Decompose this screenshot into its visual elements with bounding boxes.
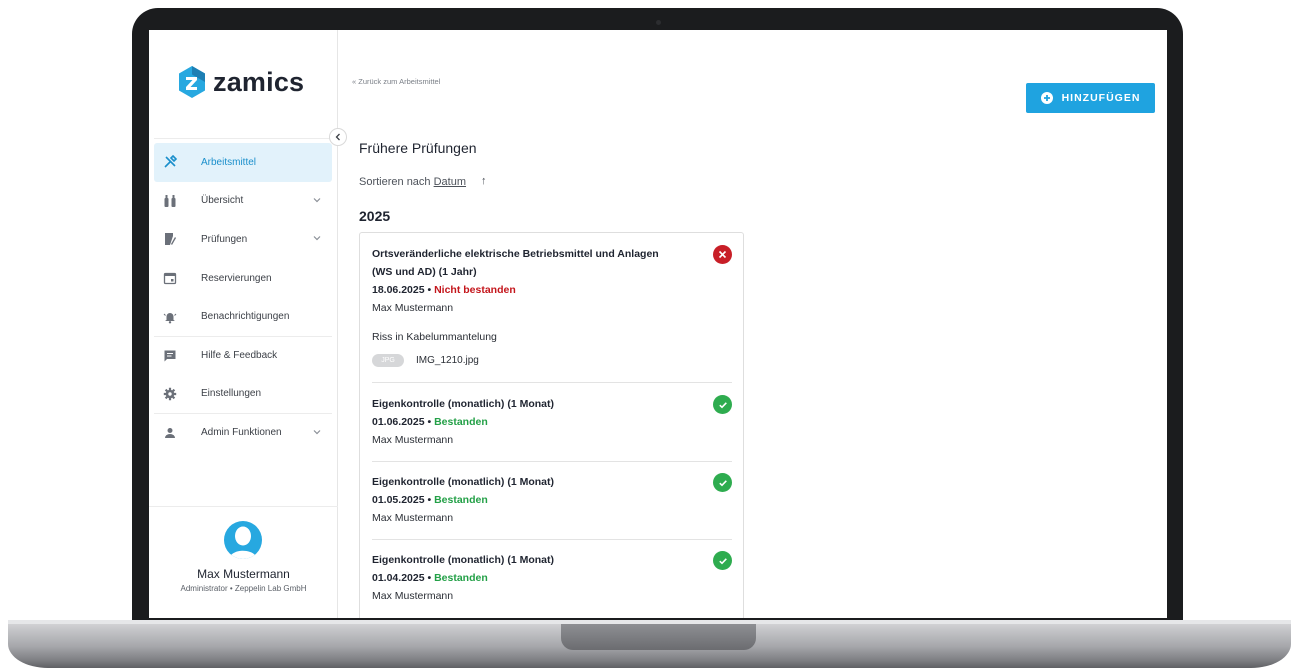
entry-status: Bestanden: [434, 416, 488, 428]
sort-field-link[interactable]: Datum: [434, 176, 466, 188]
entry-date-status: 18.06.2025 • Nicht bestanden: [372, 281, 732, 299]
chevron-down-icon[interactable]: [312, 233, 322, 243]
page-title: Frühere Prüfungen: [359, 140, 477, 156]
sidebar-item-arbeitsmittel[interactable]: Arbeitsmittel: [154, 143, 332, 182]
entry-status: Bestanden: [434, 494, 488, 506]
entry-divider: [372, 539, 732, 540]
entry-title: Eigenkontrolle (monatlich) (1 Monat): [372, 476, 555, 488]
entry-date: 18.06.2025: [372, 284, 425, 296]
entry-divider: [372, 382, 732, 383]
back-link[interactable]: « Zurück zum Arbeitsmittel: [352, 77, 440, 86]
gear-icon: [162, 386, 178, 402]
entry-date-status: 01.05.2025 • Bestanden: [372, 491, 732, 509]
sidebar-item-label: Benachrichtigungen: [201, 311, 290, 323]
avatar: [224, 521, 262, 559]
sidebar-item-hilfe[interactable]: Hilfe & Feedback: [154, 335, 332, 375]
entry-date: 01.06.2025: [372, 416, 425, 428]
entry-title: Eigenkontrolle (monatlich) (1 Monat): [372, 398, 555, 410]
person-icon: [162, 425, 178, 441]
sidebar-item-label: Übersicht: [201, 195, 244, 207]
add-button-label: HINZUFÜGEN: [1061, 92, 1141, 104]
collapse-sidebar-button[interactable]: [329, 128, 347, 146]
sidebar-item-label: Admin Funktionen: [201, 427, 282, 439]
clipboard-icon: [162, 231, 178, 247]
calendar-icon: [162, 270, 178, 286]
binoculars-icon: [162, 193, 178, 209]
entry-person: Max Mustermann: [372, 434, 454, 446]
inspection-entry[interactable]: Eigenkontrolle (monatlich) (1 Monat) 01.…: [372, 395, 732, 449]
entry-date-status: 01.06.2025 • Bestanden: [372, 413, 732, 431]
inspection-entry[interactable]: Eigenkontrolle (monatlich) (1 Monat) 01.…: [372, 551, 732, 605]
sort-control: Sortieren nach Datum: [359, 176, 466, 188]
entry-note: Riss in Kabelummantelung: [372, 331, 497, 343]
entry-person: Max Mustermann: [372, 302, 454, 314]
laptop-notch: [561, 624, 756, 650]
sidebar-item-label: Prüfungen: [201, 233, 248, 245]
sidebar: zamics Arbeitsmittel Übersicht Prüfungen…: [149, 30, 338, 618]
entry-title-cont: (WS und AD) (1 Jahr): [372, 266, 477, 278]
avatar-person-icon: [229, 526, 257, 559]
app-screen: zamics Arbeitsmittel Übersicht Prüfungen…: [149, 30, 1167, 618]
inspection-list-card: Ortsveränderliche elektrische Betriebsmi…: [359, 232, 744, 618]
sort-direction-icon[interactable]: ↑: [481, 175, 487, 187]
entry-divider: [372, 461, 732, 462]
attachment[interactable]: JPG IMG_1210.jpg: [372, 354, 732, 367]
entry-separator: •: [424, 284, 435, 296]
tools-icon: [162, 154, 178, 170]
user-profile[interactable]: Max Mustermann Administrator • Zeppelin …: [149, 506, 338, 618]
entry-date: 01.05.2025: [372, 494, 425, 506]
inspection-entry[interactable]: Eigenkontrolle (monatlich) (1 Monat) 01.…: [372, 473, 732, 527]
entry-status: Bestanden: [434, 572, 488, 584]
sidebar-item-uebersicht[interactable]: Übersicht: [154, 182, 332, 221]
sidebar-item-pruefungen[interactable]: Prüfungen: [154, 220, 332, 259]
sidebar-item-einstellungen[interactable]: Einstellungen: [154, 375, 332, 414]
sidebar-item-label: Einstellungen: [201, 388, 262, 400]
check-icon: [713, 395, 732, 414]
laptop-mockup: zamics Arbeitsmittel Übersicht Prüfungen…: [0, 0, 1299, 668]
user-role: Administrator • Zeppelin Lab GmbH: [180, 584, 307, 593]
sidebar-item-benachrichtigungen[interactable]: Benachrichtigungen: [154, 297, 332, 336]
sidebar-item-label: Hilfe & Feedback: [201, 350, 278, 362]
sidebar-item-admin[interactable]: Admin Funktionen: [154, 413, 332, 452]
sort-prefix: Sortieren nach: [359, 176, 434, 188]
camera-dot: [656, 20, 661, 25]
feedback-icon: [162, 348, 178, 364]
chevron-left-icon: [335, 133, 340, 141]
entry-person: Max Mustermann: [372, 590, 454, 602]
check-icon: [713, 551, 732, 570]
inspection-entry[interactable]: Ortsveränderliche elektrische Betriebsmi…: [372, 245, 732, 367]
user-name: Max Mustermann: [197, 567, 290, 581]
attachment-name: IMG_1210.jpg: [416, 355, 479, 366]
entry-person: Max Mustermann: [372, 512, 454, 524]
entry-title: Eigenkontrolle (monatlich) (1 Monat): [372, 554, 555, 566]
chevron-down-icon[interactable]: [312, 427, 322, 437]
fail-x-icon: [713, 245, 732, 264]
entry-separator: •: [424, 416, 435, 428]
sidebar-divider: [154, 138, 332, 139]
entry-separator: •: [424, 572, 435, 584]
sidebar-item-label: Arbeitsmittel: [201, 156, 257, 168]
attachment-type-badge: JPG: [372, 354, 404, 367]
sidebar-item-reservierungen[interactable]: Reservierungen: [154, 259, 332, 298]
bell-icon: [162, 309, 178, 325]
entry-status: Nicht bestanden: [434, 284, 516, 296]
chevron-down-icon[interactable]: [312, 195, 322, 205]
sidebar-nav: Arbeitsmittel Übersicht Prüfungen Reserv…: [154, 143, 332, 452]
year-heading: 2025: [359, 208, 391, 224]
logo[interactable]: zamics: [179, 66, 304, 98]
check-icon: [713, 473, 732, 492]
logo-text: zamics: [213, 66, 305, 97]
zamics-logo-icon: [179, 66, 205, 98]
entry-title: Ortsveränderliche elektrische Betriebsmi…: [372, 248, 659, 260]
entry-separator: •: [424, 494, 435, 506]
entry-date: 01.04.2025: [372, 572, 425, 584]
add-button[interactable]: HINZUFÜGEN: [1026, 83, 1155, 113]
plus-circle-icon: [1040, 92, 1053, 104]
entry-date-status: 01.04.2025 • Bestanden: [372, 569, 732, 587]
sidebar-item-label: Reservierungen: [201, 272, 272, 284]
